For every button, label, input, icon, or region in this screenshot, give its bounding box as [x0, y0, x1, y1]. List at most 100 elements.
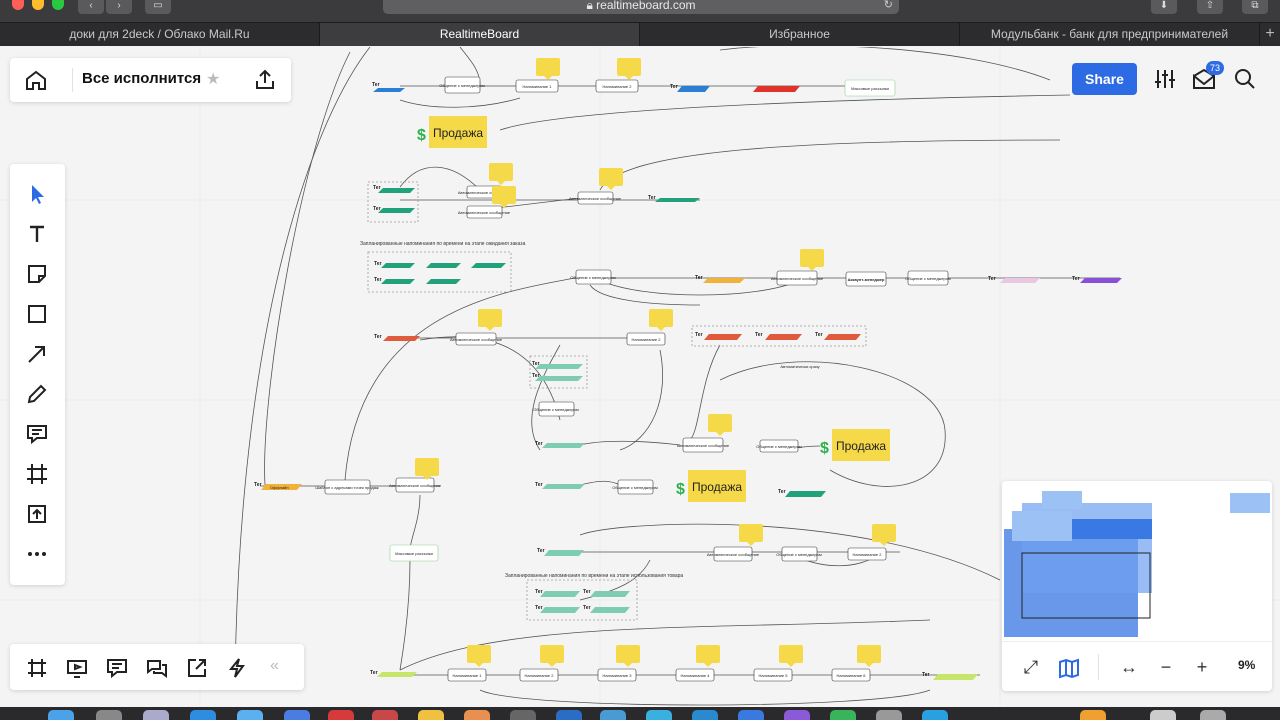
- svg-text:Общение с менеджером: Общение с менеджером: [439, 83, 485, 88]
- dock-app-icon[interactable]: [418, 710, 444, 720]
- sidebar-toggle-button[interactable]: ▭: [145, 0, 171, 14]
- sale-sticky: $ Продажа: [676, 470, 746, 502]
- browser-tab[interactable]: Модульбанк - банк для предпринимателей: [960, 23, 1260, 46]
- presentation-icon[interactable]: [66, 657, 88, 679]
- dock-app-icon[interactable]: [876, 710, 902, 720]
- dock-app-icon[interactable]: [738, 710, 764, 720]
- pen-icon[interactable]: [25, 382, 49, 406]
- url-text: realtimeboard.com: [596, 0, 696, 12]
- share-button[interactable]: Share: [1072, 63, 1137, 95]
- map-icon[interactable]: [1058, 657, 1080, 679]
- minimize-window-button[interactable]: [32, 0, 44, 10]
- svg-text:Автоматическое сообщение: Автоматическое сообщение: [569, 196, 622, 201]
- frame-icon[interactable]: [25, 462, 49, 486]
- svg-text:Общение с менеджером: Общение с менеджером: [776, 552, 822, 557]
- rectangle-icon[interactable]: [25, 302, 49, 326]
- arrow-icon[interactable]: [25, 342, 49, 366]
- dock-app-icon[interactable]: [328, 710, 354, 720]
- svg-text:Тег: Тег: [755, 332, 763, 338]
- browser-tab-active[interactable]: RealtimeBoard: [320, 23, 640, 46]
- fit-width-icon[interactable]: ↔: [1118, 657, 1140, 679]
- svg-text:Общение с менеджером: Общение с менеджером: [905, 276, 951, 281]
- svg-text:Тег: Тег: [583, 589, 591, 595]
- svg-text:Напоминание 4: Напоминание 4: [681, 673, 711, 678]
- fullscreen-icon[interactable]: ⤢: [1020, 657, 1042, 679]
- dock-app-icon[interactable]: [600, 710, 626, 720]
- browser-tab[interactable]: Избранное: [640, 23, 960, 46]
- frames-icon[interactable]: [26, 657, 48, 679]
- dock-app-icon[interactable]: [1150, 710, 1176, 720]
- dock-app-icon[interactable]: [692, 710, 718, 720]
- dock-app-icon[interactable]: [237, 710, 263, 720]
- back-button[interactable]: ‹: [78, 0, 104, 14]
- dock-app-icon[interactable]: [784, 710, 810, 720]
- svg-text:Тег: Тег: [535, 482, 543, 488]
- collapse-toolbar-button[interactable]: «: [270, 657, 292, 679]
- sale-sticky: $ Продажа: [820, 429, 890, 461]
- home-icon[interactable]: [24, 69, 48, 91]
- share-screen-icon[interactable]: [186, 657, 208, 679]
- download-icon[interactable]: ⬇: [1151, 0, 1177, 14]
- svg-text:$: $: [676, 481, 685, 498]
- zoom-level[interactable]: 9%: [1238, 658, 1255, 672]
- trash-icon[interactable]: [1200, 710, 1226, 720]
- svg-text:Тег: Тег: [532, 373, 540, 379]
- divider: [1098, 654, 1099, 680]
- dock-app-icon[interactable]: [464, 710, 490, 720]
- board-header-panel: Все исполнится ★: [10, 58, 291, 102]
- star-icon[interactable]: ★: [206, 69, 220, 89]
- svg-text:Массовые рассылки: Массовые рассылки: [395, 551, 433, 556]
- svg-text:Напоминание 2: Напоминание 2: [853, 552, 883, 557]
- tabs-overview-icon[interactable]: ⧉: [1242, 0, 1268, 14]
- browser-tab[interactable]: доки для 2deck / Облако Mail.Ru: [0, 23, 320, 46]
- svg-text:Тег: Тег: [535, 589, 543, 595]
- upload-icon[interactable]: [25, 502, 49, 526]
- dock-app-icon[interactable]: [190, 710, 216, 720]
- maximize-window-button[interactable]: [52, 0, 64, 10]
- address-bar[interactable]: 🔒︎ realtimeboard.com ↻: [383, 0, 899, 14]
- chat-icon[interactable]: [146, 657, 168, 679]
- browser-tabbar: доки для 2deck / Облако Mail.Ru Realtime…: [0, 22, 1280, 46]
- dock-app-icon[interactable]: [922, 710, 948, 720]
- svg-text:Общение с менеджером: Общение с менеджером: [756, 444, 802, 449]
- share-page-icon[interactable]: ⇧: [1197, 0, 1223, 14]
- dock-app-icon[interactable]: [510, 710, 536, 720]
- dock-app-icon[interactable]: [830, 710, 856, 720]
- dock-app-icon[interactable]: [284, 710, 310, 720]
- lightning-icon[interactable]: [226, 657, 248, 679]
- board-title[interactable]: Все исполнится: [82, 70, 201, 87]
- reload-icon[interactable]: ↻: [884, 0, 893, 11]
- more-icon[interactable]: [25, 542, 49, 566]
- svg-text:Тег: Тег: [815, 332, 823, 338]
- text-icon[interactable]: [25, 222, 49, 246]
- minimap-preview[interactable]: [1002, 481, 1272, 639]
- svg-text:Автоматическое сообщение: Автоматическое сообщение: [771, 276, 824, 281]
- dock-app-icon[interactable]: [556, 710, 582, 720]
- dock-app-icon[interactable]: [1080, 710, 1106, 720]
- dock-app-icon[interactable]: [372, 710, 398, 720]
- forward-button[interactable]: ›: [106, 0, 132, 14]
- svg-text:$: $: [820, 440, 829, 457]
- svg-text:Напоминание 5: Напоминание 5: [759, 673, 789, 678]
- dock-app-icon[interactable]: [96, 710, 122, 720]
- macos-dock: [0, 707, 1280, 720]
- close-window-button[interactable]: [12, 0, 24, 10]
- zoom-in-button[interactable]: +: [1191, 657, 1213, 679]
- export-icon[interactable]: [254, 68, 276, 90]
- svg-text:Общение с менеджером: Общение с менеджером: [570, 275, 616, 280]
- svg-text:Тег: Тег: [370, 670, 378, 676]
- sticky-note-icon[interactable]: [25, 262, 49, 286]
- comment-icon[interactable]: [25, 422, 49, 446]
- dock-app-icon[interactable]: [646, 710, 672, 720]
- settings-sliders-icon[interactable]: [1152, 66, 1178, 92]
- zoom-out-button[interactable]: −: [1155, 657, 1177, 679]
- notification-badge: 73: [1206, 61, 1224, 75]
- svg-text:Тег: Тег: [535, 441, 543, 447]
- dock-app-icon[interactable]: [143, 710, 169, 720]
- cursor-icon[interactable]: [25, 182, 49, 206]
- dock-app-icon[interactable]: [48, 710, 74, 720]
- notes-icon[interactable]: [106, 657, 128, 679]
- svg-text:Тег: Тег: [373, 206, 381, 212]
- search-icon[interactable]: [1232, 66, 1258, 92]
- new-tab-button[interactable]: +: [1260, 23, 1280, 46]
